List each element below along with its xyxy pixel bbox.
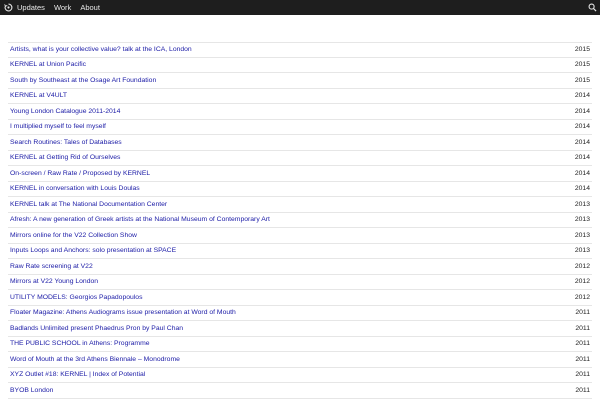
entry-title-link[interactable]: Word of Mouth at the 3rd Athens Biennale…: [8, 356, 180, 363]
top-navigation-bar: Updates Work About: [0, 0, 600, 15]
entry-year: 2014: [574, 169, 590, 177]
entry-title-link[interactable]: I multiplied myself to feel myself: [8, 123, 106, 130]
entry-year: 2014: [574, 185, 590, 193]
nav-work[interactable]: Work: [54, 0, 71, 15]
entry-title-link[interactable]: Raw Rate screening at V22: [8, 263, 93, 270]
entry-title-link[interactable]: Inputs Loops and Anchors: solo presentat…: [8, 247, 176, 254]
list-item: Badlands Unlimited present Phaedrus Pron…: [8, 321, 592, 337]
list-item: KERNEL at V4ULT 2014: [8, 89, 592, 104]
entry-year: 2013: [574, 247, 590, 255]
list-item: South by Southeast at the Osage Art Foun…: [8, 73, 592, 89]
list-item: BYOB London 2011: [8, 383, 592, 399]
entry-title-link[interactable]: KERNEL talk at The National Documentatio…: [8, 201, 167, 208]
list-item: KERNEL talk at The National Documentatio…: [8, 197, 592, 213]
entry-year: 2014: [574, 92, 590, 100]
list-item: XYZ Outlet #18: KERNEL | Index of Potent…: [8, 368, 592, 383]
entry-year: 2012: [574, 278, 590, 286]
entry-year: 2015: [574, 76, 590, 84]
entry-year: 2015: [574, 61, 590, 69]
entry-year: 2011: [575, 371, 590, 379]
list-item: Floater Magazine: Athens Audiograms issu…: [8, 306, 592, 321]
list-item: Mirrors at V22 Young London 2012: [8, 275, 592, 290]
entry-title-link[interactable]: Young London Catalogue 2011-2014: [8, 108, 120, 115]
entry-year: 2013: [574, 216, 590, 224]
list-item: Young London Catalogue 2011-2014 2014: [8, 104, 592, 120]
entry-year: 2011: [575, 309, 590, 317]
list-item: Artists, what is your collective value? …: [8, 42, 592, 58]
list-item: Afresh: A new generation of Greek artist…: [8, 213, 592, 228]
entry-year: 2014: [574, 154, 590, 162]
updates-list: Artists, what is your collective value? …: [8, 42, 592, 399]
entry-title-link[interactable]: Artists, what is your collective value? …: [8, 46, 192, 53]
list-item: Raw Rate screening at V22 2012: [8, 259, 592, 275]
list-item: Word of Mouth at the 3rd Athens Biennale…: [8, 352, 592, 368]
list-item: UTILITY MODELS: Georgios Papadopoulos 201…: [8, 290, 592, 306]
entry-title-link[interactable]: KERNEL at Getting Rid of Ourselves: [8, 154, 120, 161]
entry-title-link[interactable]: Mirrors online for the V22 Collection Sh…: [8, 232, 137, 239]
list-item: KERNEL at Getting Rid of Ourselves 2014: [8, 151, 592, 166]
entry-title-link[interactable]: Floater Magazine: Athens Audiograms issu…: [8, 309, 236, 316]
entry-title-link[interactable]: South by Southeast at the Osage Art Foun…: [8, 77, 156, 84]
circular-arrows-icon[interactable]: [3, 3, 13, 13]
nav-about[interactable]: About: [80, 0, 100, 15]
list-item: Mirrors online for the V22 Collection Sh…: [8, 228, 592, 244]
search-icon[interactable]: [587, 2, 597, 12]
entry-year: 2011: [575, 340, 590, 348]
entry-year: 2011: [575, 386, 590, 394]
entry-title-link[interactable]: Search Routines: Tales of Databases: [8, 139, 122, 146]
entry-title-link[interactable]: KERNEL at V4ULT: [8, 92, 67, 99]
list-item: KERNEL in conversation with Louis Doulas…: [8, 182, 592, 197]
entry-year: 2013: [574, 231, 590, 239]
list-item: THE PUBLIC SCHOOL in Athens: Programme 20…: [8, 337, 592, 352]
entry-year: 2012: [574, 293, 590, 301]
entry-year: 2014: [574, 138, 590, 146]
entry-title-link[interactable]: KERNEL in conversation with Louis Doulas: [8, 185, 140, 192]
entry-title-link[interactable]: KERNEL at Union Pacific: [8, 61, 86, 68]
entry-year: 2012: [574, 262, 590, 270]
list-item: Inputs Loops and Anchors: solo presentat…: [8, 244, 592, 259]
entry-title-link[interactable]: Afresh: A new generation of Greek artist…: [8, 216, 270, 223]
list-item: KERNEL at Union Pacific 2015: [8, 58, 592, 73]
entry-year: 2014: [574, 123, 590, 131]
entry-title-link[interactable]: On-screen / Raw Rate / Proposed by KERNE…: [8, 170, 150, 177]
entry-title-link[interactable]: BYOB London: [8, 387, 53, 394]
nav-updates[interactable]: Updates: [17, 0, 45, 15]
entry-title-link[interactable]: Mirrors at V22 Young London: [8, 278, 98, 285]
entry-year: 2013: [574, 200, 590, 208]
list-item: On-screen / Raw Rate / Proposed by KERNE…: [8, 166, 592, 182]
list-item: I multiplied myself to feel myself 2014: [8, 120, 592, 135]
entry-year: 2011: [575, 355, 590, 363]
entry-title-link[interactable]: XYZ Outlet #18: KERNEL | Index of Potent…: [8, 371, 145, 378]
entry-title-link[interactable]: THE PUBLIC SCHOOL in Athens: Programme: [8, 340, 150, 347]
entry-year: 2011: [575, 324, 590, 332]
entry-year: 2015: [574, 46, 590, 54]
list-item: Search Routines: Tales of Databases 2014: [8, 135, 592, 151]
entry-year: 2014: [574, 107, 590, 115]
entry-title-link[interactable]: Badlands Unlimited present Phaedrus Pron…: [8, 325, 183, 332]
entry-title-link[interactable]: UTILITY MODELS: Georgios Papadopoulos: [8, 294, 142, 301]
